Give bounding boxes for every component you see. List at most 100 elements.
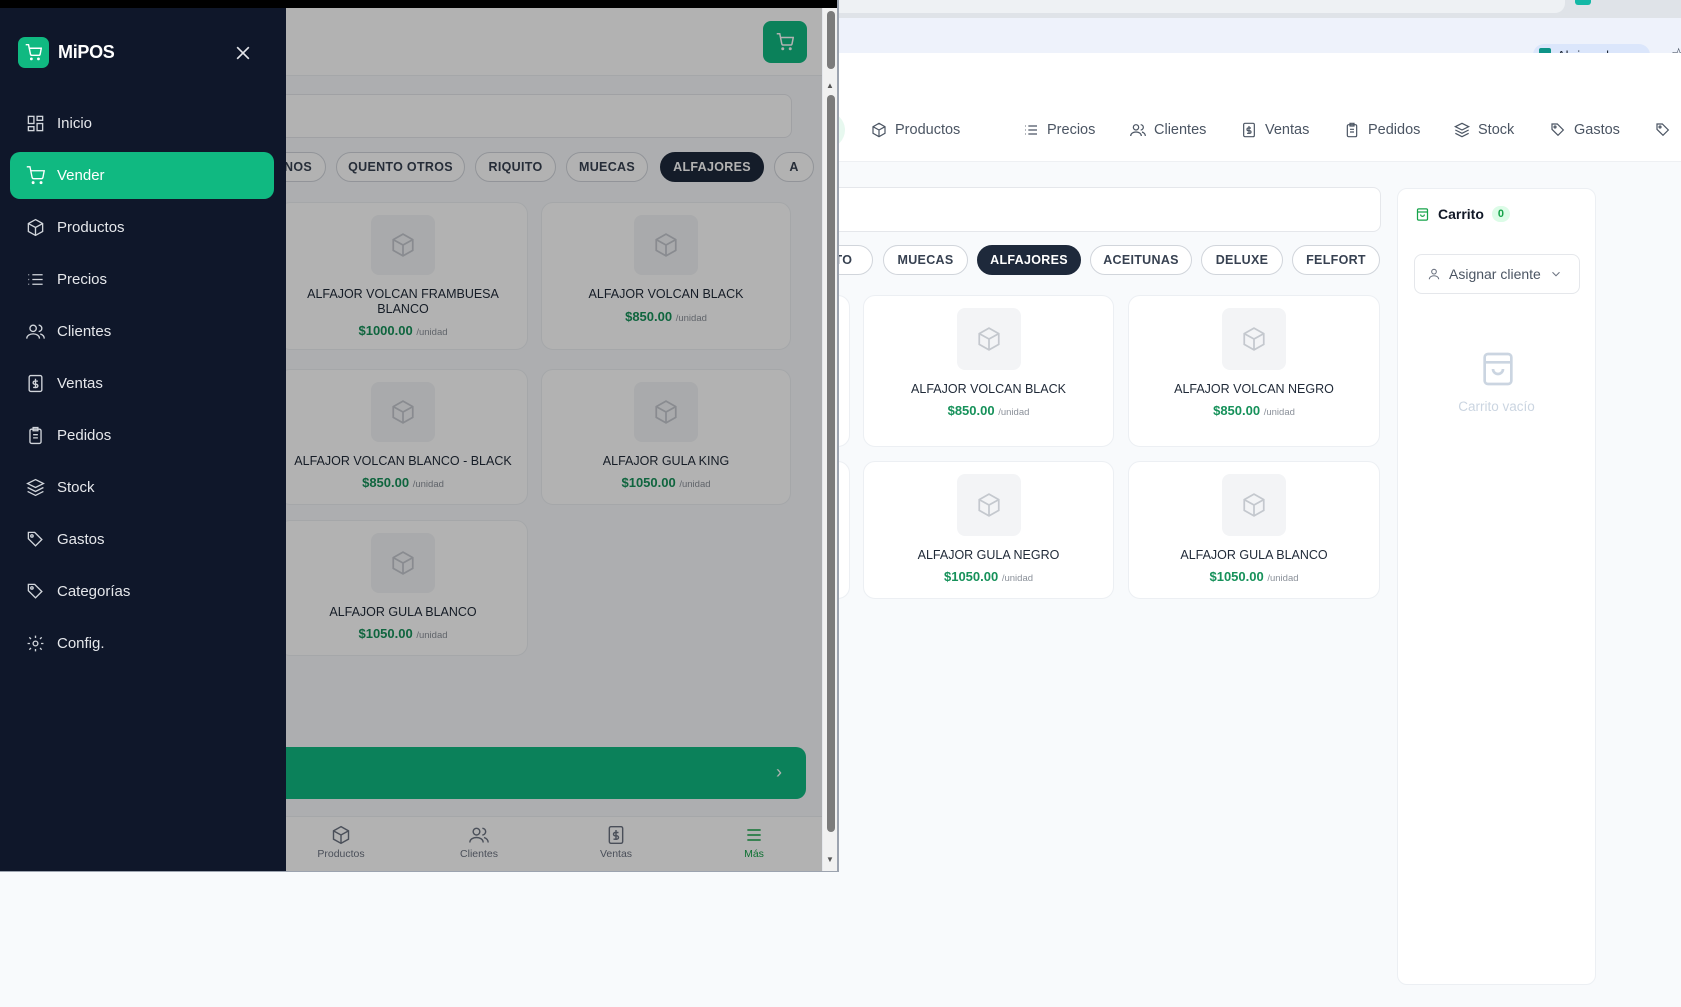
sidebar-item-label: Categorías (57, 583, 131, 600)
sidebar-item-gastos[interactable]: Gastos (10, 516, 274, 563)
browser-tab[interactable] (820, 0, 1565, 13)
sidebar-item-label: Ventas (57, 375, 103, 392)
product-card[interactable]: ALFAJOR GULA NEGRO $1050.00 /unidad (863, 461, 1114, 599)
category-chip[interactable]: DELUXE (1201, 245, 1283, 275)
clipboard-icon (29, 426, 42, 445)
package-icon (1243, 327, 1265, 351)
nav-label: Pedidos (1368, 122, 1421, 138)
empty-cart-icon (1478, 349, 1518, 389)
gear-icon (27, 635, 44, 652)
nav-item-categorias[interactable] (1655, 112, 1671, 148)
product-card[interactable]: ALFAJOR VOLCAN NEGRO $850.00 /unidad (1128, 295, 1380, 447)
shopping-bag-icon (1416, 207, 1429, 221)
close-icon (236, 46, 250, 60)
nav-label: Clientes (1154, 122, 1207, 138)
tag-icon (27, 531, 43, 547)
tag-icon (27, 583, 43, 599)
sidebar-item-productos[interactable]: Productos (10, 204, 274, 251)
product-image-placeholder (956, 474, 1021, 536)
receipt-icon (1243, 122, 1255, 138)
layers-icon (1454, 122, 1470, 138)
product-price: $1050.00 /unidad (943, 569, 1034, 584)
product-price: $850.00 /unidad (947, 403, 1030, 418)
sidebar-item-config[interactable]: Config. (10, 620, 274, 667)
nav-item-precios[interactable]: Precios (1023, 112, 1095, 148)
cart-header: Carrito 0 (1415, 206, 1511, 222)
sidebar-item-label: Gastos (57, 531, 105, 548)
cart-title: Carrito (1438, 206, 1484, 222)
window-titlebar (0, 0, 837, 8)
nav-item-ventas[interactable]: Ventas (1241, 112, 1309, 148)
chevron-down-icon (1551, 271, 1560, 277)
layers-icon (26, 478, 45, 497)
nav-item-stock[interactable]: Stock (1454, 112, 1514, 148)
list-icon (28, 274, 43, 285)
product-price: $850.00 /unidad (1213, 403, 1295, 418)
brand: MiPOS (18, 37, 115, 68)
sidebar-item-stock[interactable]: Stock (10, 464, 274, 511)
product-image-placeholder (1222, 474, 1286, 536)
product-card[interactable]: ALFAJOR VOLCAN BLACK $850.00 /unidad (863, 295, 1114, 447)
assign-client-dropdown[interactable]: Asignar cliente (1414, 254, 1580, 294)
sidebar-item-label: Inicio (57, 115, 93, 132)
browser-tab-favicon (1575, 0, 1591, 5)
list-icon (1025, 125, 1037, 135)
sidebar-item-inicio[interactable]: Inicio (10, 100, 274, 147)
clipboard-icon (1346, 122, 1358, 138)
product-card[interactable]: ALFAJOR GULA BLANCO $1050.00 /unidad (1128, 461, 1380, 599)
category-chip-active[interactable]: ALFAJORES (977, 245, 1081, 275)
scroll-up-arrow-icon[interactable]: ▲ (826, 81, 834, 90)
scrollbar[interactable]: ▲ ▼ (822, 8, 837, 871)
user-icon (1428, 268, 1440, 280)
nav-item-gastos[interactable]: Gastos (1550, 112, 1620, 148)
scroll-thumb[interactable] (827, 95, 835, 832)
shopping-cart-icon (25, 44, 42, 61)
receipt-icon (28, 374, 43, 393)
sidebar-item-label: Precios (57, 271, 108, 288)
shopping-cart-icon (26, 166, 45, 185)
product-price: $1050.00 /unidad (1209, 569, 1299, 584)
product-image-placeholder (1222, 308, 1286, 370)
nav-label: Gastos (1574, 122, 1620, 138)
sidebar-item-pedidos[interactable]: Pedidos (10, 412, 274, 459)
sidebar-item-label: Stock (57, 479, 95, 496)
package-icon (872, 122, 886, 138)
sidebar-item-ventas[interactable]: Ventas (10, 360, 274, 407)
brand-logo (18, 37, 49, 68)
nav-item-productos[interactable]: Productos (871, 112, 960, 148)
close-drawer-button[interactable] (233, 43, 253, 63)
cart-empty-message: Carrito vacío (1458, 399, 1535, 414)
nav-label: Ventas (1265, 122, 1310, 138)
nav-label: Precios (1047, 122, 1096, 138)
category-chip[interactable]: FELFORT (1292, 245, 1380, 275)
sidebar-item-label: Config. (57, 635, 105, 652)
nav-label: Stock (1478, 122, 1515, 138)
nav-label: Productos (895, 122, 961, 138)
tag-icon (1551, 123, 1565, 137)
category-chip[interactable]: ACEITUNAS (1090, 245, 1192, 275)
category-chip[interactable]: MUECAS (883, 245, 968, 275)
brand-name: MiPOS (58, 42, 115, 62)
sidebar-item-categorias[interactable]: Categorías (10, 568, 274, 615)
product-name: ALFAJOR VOLCAN BLACK (911, 382, 1066, 396)
sidebar-item-precios[interactable]: Precios (10, 256, 274, 303)
sidebar-item-label: Pedidos (57, 427, 112, 444)
scroll-down-arrow-icon[interactable]: ▼ (826, 855, 834, 864)
nav-item-clientes[interactable]: Clientes (1130, 112, 1206, 148)
package-icon (1243, 493, 1265, 517)
product-image-placeholder (956, 308, 1021, 370)
assign-client-label: Asignar cliente (1449, 266, 1541, 282)
tag-icon (1656, 123, 1670, 137)
sidebar-item-label: Vender (57, 167, 105, 184)
package-icon (27, 218, 44, 237)
sidebar-item-vender[interactable]: Vender (10, 152, 274, 199)
dashboard-icon (27, 115, 44, 132)
sidebar-drawer: MiPOS Inicio Vender Productos Precios Cl… (0, 8, 286, 871)
sidebar-item-clientes[interactable]: Clientes (10, 308, 274, 355)
outer-scroll-thumb[interactable] (827, 11, 835, 69)
product-name: ALFAJOR GULA BLANCO (1180, 548, 1328, 562)
nav-item-pedidos[interactable]: Pedidos (1344, 112, 1420, 148)
users-icon (26, 324, 45, 339)
package-icon (977, 327, 1000, 351)
cart-count-badge: 0 (1491, 206, 1511, 222)
